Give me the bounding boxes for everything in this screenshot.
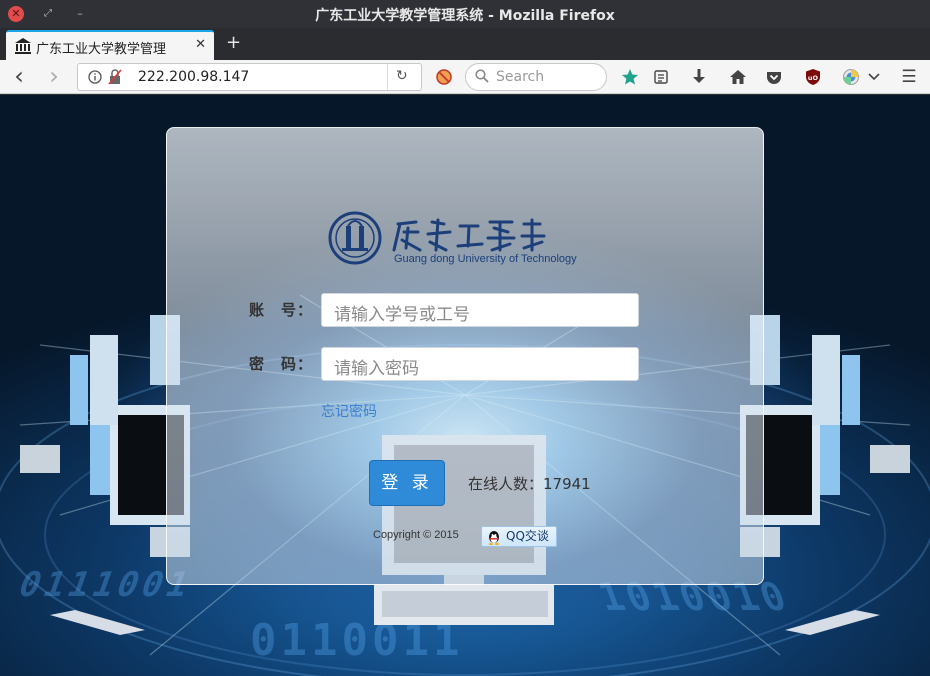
qq-penguin-icon [488,531,500,545]
reload-icon[interactable]: ↻ [396,68,408,84]
forgot-password-link[interactable]: 忘记密码 [321,401,377,421]
login-button[interactable]: 登 录 [369,460,445,506]
chevron-down-icon[interactable] [868,72,880,82]
account-input[interactable]: 请输入学号或工号 [321,293,639,327]
search-input[interactable]: Search [496,69,544,85]
qq-chat-label: QQ交谈 [506,529,549,543]
search-icon [475,69,489,83]
qq-chat-button[interactable]: QQ交谈 [481,526,557,547]
window-titlebar: ✕ ⤢ – 广东工业大学教学管理系统 - Mozilla Firefox [0,0,930,28]
menu-icon[interactable]: ☰ [899,67,919,87]
back-icon[interactable]: ‹ [9,64,29,88]
browser-tab[interactable]: 广东工业大学教学管理 ✕ [6,30,214,60]
password-label: 密 码： [249,355,314,373]
reader-icon[interactable] [653,69,669,85]
account-label: 账 号： [249,301,314,319]
url-bar[interactable]: 222.200.98.147 ↻ [77,63,422,91]
tab-close-icon[interactable]: ✕ [195,37,206,52]
tab-title: 广东工业大学教学管理 [36,42,167,57]
copyright-text: Copyright © 2015 [373,529,459,541]
password-input[interactable]: 请输入密码 [321,347,639,381]
logo-subtitle: Guang dong University of Technology [394,253,577,265]
tab-bar: 广东工业大学教学管理 ✕ + [0,28,930,60]
insecure-lock-icon[interactable] [108,69,122,85]
extension-icon[interactable] [842,68,860,86]
institution-icon [15,38,31,54]
home-icon[interactable] [729,68,747,86]
ublock-icon[interactable]: uO [805,68,821,86]
navigation-toolbar: ‹ › 222.200.98.147 ↻ Search uO ☰ [0,60,930,94]
pocket-icon[interactable] [766,69,782,85]
search-bar[interactable]: Search [465,63,607,91]
download-icon[interactable] [691,68,707,86]
blocked-icon[interactable] [436,69,452,85]
info-icon[interactable] [88,70,102,84]
window-title: 广东工业大学教学管理系统 - Mozilla Firefox [315,8,615,24]
url-text[interactable]: 222.200.98.147 [138,69,249,85]
star-icon[interactable] [621,68,639,86]
svg-text:uO: uO [808,74,819,82]
url-separator [387,64,388,90]
online-count: 在线人数：17941 [468,475,591,493]
new-tab-button[interactable]: + [226,34,241,52]
forward-icon[interactable]: › [44,64,64,88]
